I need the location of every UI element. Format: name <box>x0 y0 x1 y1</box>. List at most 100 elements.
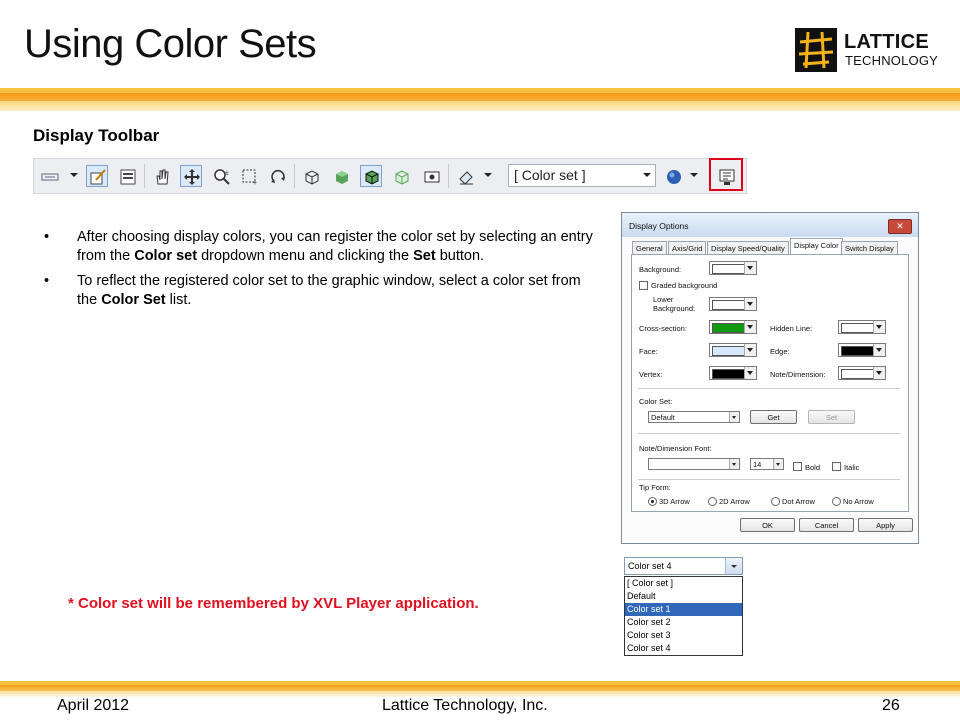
hand-pan-icon[interactable] <box>150 165 172 187</box>
vertex-color-picker[interactable] <box>709 366 757 380</box>
hidden-line-color-picker[interactable] <box>838 320 886 334</box>
chevron-down-icon[interactable] <box>484 173 492 177</box>
cross-section-color-picker[interactable] <box>709 320 757 334</box>
hidden-line-label: Hidden Line: <box>770 324 813 333</box>
bullet-text: button. <box>435 248 485 264</box>
tip-2d-arrow-label: 2D Arrow <box>719 497 750 506</box>
bullet-list: • After choosing display colors, you can… <box>40 228 600 316</box>
cancel-button[interactable]: Cancel <box>799 518 854 532</box>
tip-dot-arrow-radio[interactable] <box>771 497 780 506</box>
dialog-title-bar[interactable]: Display Options ✕ <box>622 213 918 237</box>
bullet-text: list. <box>165 292 192 308</box>
move-icon[interactable] <box>180 165 202 187</box>
tip-dot-arrow-label: Dot Arrow <box>782 497 815 506</box>
chevron-down-icon <box>729 412 739 422</box>
page-number: 26 <box>882 697 900 714</box>
edit-icon[interactable] <box>86 165 108 187</box>
tip-3d-arrow-radio[interactable] <box>648 497 657 506</box>
italic-label: Italic <box>844 463 860 472</box>
lower-background-swatch <box>712 300 746 310</box>
footer-date: April 2012 <box>57 697 130 714</box>
tip-no-arrow-radio[interactable] <box>832 497 841 506</box>
rotate-icon[interactable] <box>266 165 288 187</box>
lower-background-color-picker[interactable] <box>709 297 757 311</box>
font-size-combo[interactable]: 14 <box>750 458 784 470</box>
get-button[interactable]: Get <box>750 410 797 424</box>
bullet-bold-term: Set <box>413 248 436 264</box>
color-set-label: Color Set: <box>639 397 673 406</box>
chevron-down-icon <box>873 321 885 333</box>
bullet-item: • After choosing display colors, you can… <box>40 228 600 266</box>
footnote: * Color set will be remembered by XVL Pl… <box>68 595 479 612</box>
color-set-list-item[interactable]: Color set 3 <box>625 629 742 642</box>
face-color-picker[interactable] <box>709 343 757 357</box>
color-set-list-item[interactable]: Color set 2 <box>625 616 742 629</box>
wireframe-icon[interactable] <box>300 165 322 187</box>
apply-button[interactable]: Apply <box>858 518 913 532</box>
italic-checkbox[interactable] <box>832 462 841 471</box>
background-color-picker[interactable] <box>709 261 757 275</box>
toolbar-separator <box>294 164 295 188</box>
color-set-list-item[interactable]: Color set 4 <box>625 642 742 655</box>
tab-general[interactable]: General <box>632 241 667 255</box>
cross-section-swatch <box>712 323 746 333</box>
note-dimension-swatch <box>841 369 875 379</box>
graded-background-label: Graded background <box>651 281 718 290</box>
slide-title: Using Color Sets <box>24 22 317 66</box>
vertex-icon[interactable] <box>420 165 442 187</box>
chevron-down-icon <box>773 459 783 469</box>
tab-switch-display[interactable]: Switch Display <box>841 241 898 255</box>
bullet-glyph: • <box>44 273 50 289</box>
color-set-combo[interactable]: Default <box>648 411 740 423</box>
chevron-down-icon[interactable] <box>690 173 698 177</box>
color-set-list-combo[interactable]: Color set 4 <box>624 557 743 575</box>
chevron-down-icon <box>744 262 756 274</box>
note-dimension-font-label: Note/Dimension Font: <box>639 444 712 453</box>
lattice-logo-mark-icon <box>795 28 837 72</box>
face-label: Face: <box>639 347 658 356</box>
zoom-box-icon[interactable]: + <box>238 165 260 187</box>
tab-axis-grid[interactable]: Axis/Grid <box>668 241 707 255</box>
bold-checkbox[interactable] <box>793 462 802 471</box>
display-options-icon[interactable] <box>715 165 737 187</box>
tip-form-label: Tip Form: <box>639 483 671 492</box>
color-set-dropdown-arrow-icon[interactable] <box>643 173 651 177</box>
face-swatch <box>712 346 746 356</box>
note-dimension-color-picker[interactable] <box>838 366 886 380</box>
color-set-list: [ Color set ] Default Color set 1 Color … <box>624 576 743 656</box>
tip-no-arrow-label: No Arrow <box>843 497 874 506</box>
edge-color-picker[interactable] <box>838 343 886 357</box>
svg-text:+: + <box>253 180 257 186</box>
tab-display-speed-quality[interactable]: Display Speed/Quality <box>707 241 789 255</box>
toolbar-menu-icon[interactable] <box>38 165 60 187</box>
shaded-icon[interactable] <box>330 165 352 187</box>
color-set-dropdown[interactable]: [ Color set ] <box>508 164 656 187</box>
chevron-down-icon[interactable] <box>70 173 78 177</box>
color-set-list-item[interactable]: [ Color set ] <box>625 577 742 590</box>
zoom-icon[interactable]: ± <box>210 165 232 187</box>
ok-button[interactable]: OK <box>740 518 795 532</box>
font-size-value: 14 <box>753 460 762 469</box>
graded-background-checkbox[interactable] <box>639 281 648 290</box>
transparent-icon[interactable] <box>390 165 412 187</box>
eraser-icon[interactable] <box>454 165 476 187</box>
panel-icon[interactable] <box>116 165 138 187</box>
chevron-down-icon <box>873 344 885 356</box>
color-set-list-item-selected[interactable]: Color set 1 <box>625 603 742 616</box>
vertex-swatch <box>712 369 746 379</box>
set-button[interactable]: Set <box>808 410 855 424</box>
tab-display-color[interactable]: Display Color <box>790 238 843 255</box>
chevron-down-icon <box>744 367 756 379</box>
color-set-list-current: Color set 4 <box>628 561 672 571</box>
close-icon[interactable]: ✕ <box>888 219 912 234</box>
bullet-glyph: • <box>44 229 50 245</box>
font-name-combo[interactable] <box>648 458 740 470</box>
logo-line2: TECHNOLOGY <box>845 53 939 68</box>
group-divider <box>638 479 900 480</box>
sphere-icon[interactable] <box>662 165 684 187</box>
shaded-edges-icon[interactable] <box>360 165 382 187</box>
color-set-list-item[interactable]: Default <box>625 590 742 603</box>
chevron-down-icon[interactable] <box>725 558 742 574</box>
tip-2d-arrow-radio[interactable] <box>708 497 717 506</box>
toolbar-separator <box>448 164 449 188</box>
